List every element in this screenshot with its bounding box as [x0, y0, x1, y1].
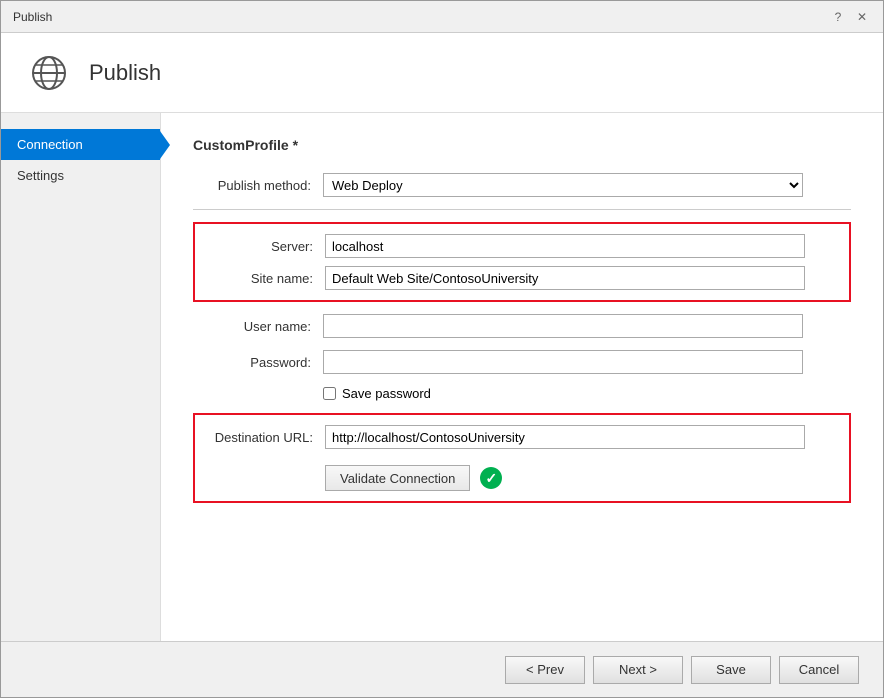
validate-row: Validate Connection ✓: [325, 465, 502, 491]
username-control: [323, 314, 803, 338]
publish-method-control[interactable]: Web Deploy: [323, 173, 803, 197]
site-name-control: [325, 266, 805, 290]
server-row: Server:: [195, 234, 837, 258]
destination-url-control: [325, 425, 805, 449]
main-content: CustomProfile * Publish method: Web Depl…: [161, 113, 883, 641]
destination-url-input[interactable]: [325, 425, 805, 449]
next-button[interactable]: Next >: [593, 656, 683, 684]
dialog-title: Publish: [13, 10, 52, 24]
password-label: Password:: [193, 355, 323, 370]
destination-url-row: Destination URL:: [195, 425, 837, 449]
publish-dialog: Publish ? ✕ Publish Connection Setting: [0, 0, 884, 698]
password-control: [323, 350, 803, 374]
dialog-footer: < Prev Next > Save Cancel: [1, 641, 883, 697]
username-input[interactable]: [323, 314, 803, 338]
sidebar-item-connection[interactable]: Connection: [1, 129, 160, 160]
sidebar-item-settings[interactable]: Settings: [1, 160, 160, 191]
save-password-label: Save password: [342, 386, 431, 401]
username-row: User name:: [193, 314, 851, 338]
server-control: [325, 234, 805, 258]
cancel-button[interactable]: Cancel: [779, 656, 859, 684]
username-label: User name:: [193, 319, 323, 334]
publish-method-select[interactable]: Web Deploy: [323, 173, 803, 197]
prev-button[interactable]: < Prev: [505, 656, 585, 684]
help-button[interactable]: ?: [829, 8, 847, 26]
server-label: Server:: [195, 239, 325, 254]
title-bar: Publish ? ✕: [1, 1, 883, 33]
save-password-checkbox[interactable]: [323, 387, 336, 400]
site-name-row: Site name:: [195, 266, 837, 290]
destination-url-highlight: Destination URL: Validate Connection ✓: [193, 413, 851, 503]
server-sitename-highlight: Server: Site name:: [193, 222, 851, 302]
publish-method-label: Publish method:: [193, 178, 323, 193]
section-title: CustomProfile *: [193, 137, 851, 153]
dialog-content: Connection Settings CustomProfile * Publ…: [1, 113, 883, 641]
sidebar: Connection Settings: [1, 113, 161, 641]
save-button[interactable]: Save: [691, 656, 771, 684]
dialog-header: Publish: [1, 33, 883, 113]
destination-url-label: Destination URL:: [195, 430, 325, 445]
password-input[interactable]: [323, 350, 803, 374]
password-row: Password:: [193, 350, 851, 374]
save-password-row: Save password: [323, 386, 851, 401]
server-input[interactable]: [325, 234, 805, 258]
title-bar-controls: ? ✕: [829, 8, 871, 26]
validate-connection-row: Validate Connection ✓: [195, 457, 837, 491]
connection-valid-icon: ✓: [480, 467, 502, 489]
validate-connection-button[interactable]: Validate Connection: [325, 465, 470, 491]
publish-method-row: Publish method: Web Deploy: [193, 173, 851, 197]
header-title: Publish: [89, 60, 161, 86]
divider-1: [193, 209, 851, 210]
globe-icon: [25, 49, 73, 97]
close-button[interactable]: ✕: [853, 8, 871, 26]
site-name-input[interactable]: [325, 266, 805, 290]
site-name-label: Site name:: [195, 271, 325, 286]
